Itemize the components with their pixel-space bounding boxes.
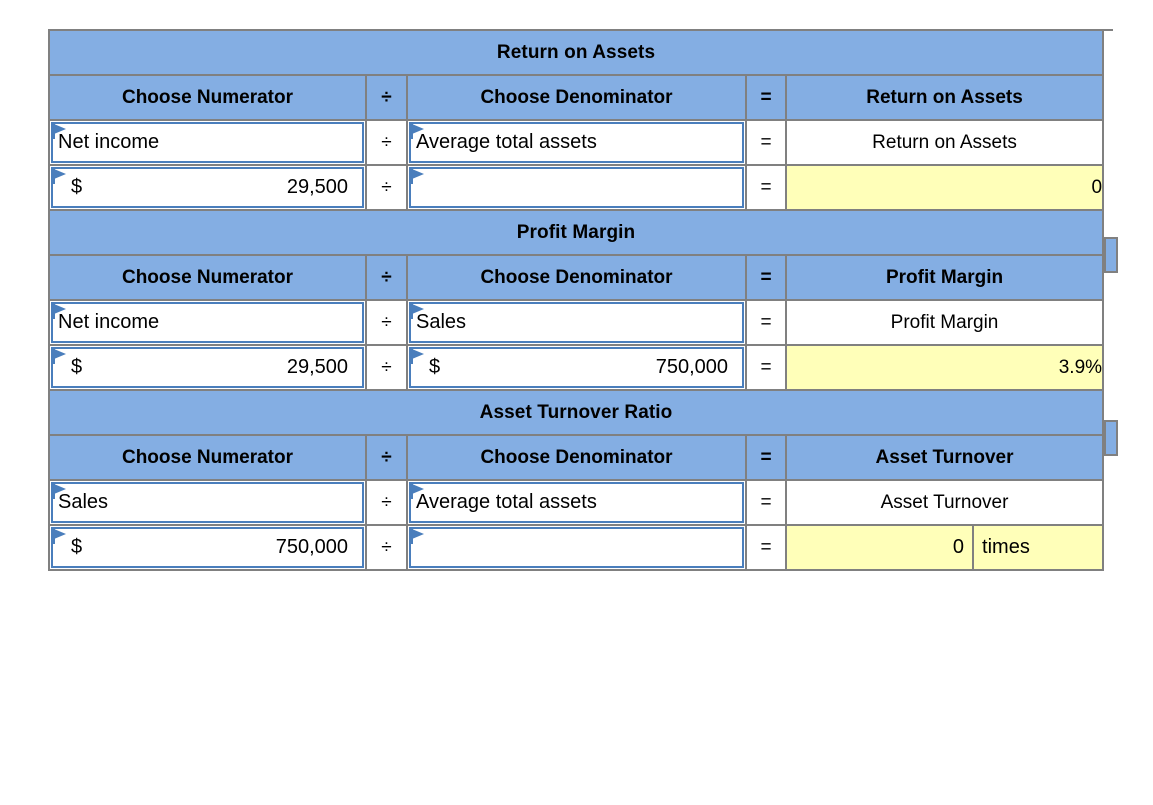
numerator-select-at[interactable]: Sales <box>48 479 367 526</box>
column-header-numerator-pm: Choose Numerator <box>48 254 367 301</box>
divide-operator-pm-labels: ÷ <box>365 299 408 346</box>
denominator-currency-pm: $ <box>429 356 441 378</box>
section-title-pm: Profit Margin <box>47 209 1105 256</box>
denominator-select-at[interactable]: Average total assets <box>406 479 747 526</box>
equals-operator-roa-labels: = <box>745 119 787 166</box>
result-value-roa: 0 <box>784 164 1105 211</box>
divide-operator-pm-values: ÷ <box>365 344 408 391</box>
divide-operator-at-values: ÷ <box>365 524 408 571</box>
numerator-amount-pm: 29,500 <box>286 356 348 378</box>
divide-operator-roa-labels: ÷ <box>365 119 408 166</box>
numerator-value-cell-roa[interactable]: $ 29,500 <box>48 164 367 211</box>
result-unit-at: times <box>982 536 1030 558</box>
numerator-select-pm[interactable]: Net income <box>48 299 367 346</box>
denominator-select-pm[interactable]: Sales <box>406 299 747 346</box>
equals-operator-at-values: = <box>745 524 787 571</box>
denominator-value-cell-roa[interactable] <box>406 164 747 211</box>
value-row-roa: $ 29,500 ÷ = 0 <box>48 164 1105 211</box>
denominator-value-cell-at[interactable] <box>406 524 747 571</box>
column-header-result-at: Asset Turnover <box>784 434 1105 481</box>
numerator-label-roa: Net income <box>58 131 160 153</box>
equals-operator-roa-values: = <box>745 164 787 211</box>
divide-operator-header-pm: ÷ <box>365 254 408 301</box>
section-row-overhang-pm <box>1104 237 1118 273</box>
numerator-currency-roa: $ <box>71 176 83 198</box>
value-row-pm: $ 29,500 ÷ $ 750,000 = 3.9% <box>48 344 1105 391</box>
label-row-at: Sales ÷ Average total assets = Asset Tur… <box>48 479 1105 526</box>
column-header-row-at: Choose Numerator ÷ Choose Denominator = … <box>48 434 1105 481</box>
section-title-at: Asset Turnover Ratio <box>47 389 1105 436</box>
result-label-pm: Profit Margin <box>784 299 1105 346</box>
section-row-overhang-at <box>1104 420 1118 456</box>
denominator-value-cell-pm[interactable]: $ 750,000 <box>406 344 747 391</box>
section-title-row-at: Asset Turnover Ratio <box>47 389 1105 436</box>
result-label-roa: Return on Assets <box>784 119 1105 166</box>
denominator-label-pm: Sales <box>416 311 467 333</box>
numerator-select-roa[interactable]: Net income <box>48 119 367 166</box>
label-row-roa: Net income ÷ Average total assets = Retu… <box>48 119 1105 166</box>
divide-operator-at-labels: ÷ <box>365 479 408 526</box>
denominator-label-at: Average total assets <box>416 491 597 513</box>
column-header-numerator-at: Choose Numerator <box>48 434 367 481</box>
numerator-value-cell-pm[interactable]: $ 29,500 <box>48 344 367 391</box>
column-header-row-roa: Choose Numerator ÷ Choose Denominator = … <box>48 74 1105 121</box>
divide-operator-header-at: ÷ <box>365 434 408 481</box>
numerator-currency-at: $ <box>71 536 83 558</box>
result-value-cell-at: 0 times <box>784 524 1105 571</box>
column-header-result-pm: Profit Margin <box>784 254 1105 301</box>
numerator-amount-at: 750,000 <box>275 536 348 558</box>
divide-operator-header-roa: ÷ <box>365 74 408 121</box>
denominator-select-roa[interactable]: Average total assets <box>406 119 747 166</box>
financial-ratios-table: Return on Assets Choose Numerator ÷ Choo… <box>47 29 1105 571</box>
denominator-label-roa: Average total assets <box>416 131 597 153</box>
section-title-row-roa: Return on Assets <box>47 29 1105 76</box>
column-header-numerator-roa: Choose Numerator <box>48 74 367 121</box>
equals-operator-pm-values: = <box>745 344 787 391</box>
divide-operator-roa-values: ÷ <box>365 164 408 211</box>
section-title-roa: Return on Assets <box>47 29 1105 76</box>
equals-operator-header-pm: = <box>745 254 787 301</box>
result-value-at: 0 <box>787 526 975 569</box>
result-value-pm: 3.9% <box>784 344 1105 391</box>
column-header-denominator-at: Choose Denominator <box>406 434 747 481</box>
equals-operator-pm-labels: = <box>745 299 787 346</box>
numerator-label-at: Sales <box>58 491 109 513</box>
section-title-row-pm: Profit Margin <box>47 209 1105 256</box>
numerator-value-cell-at[interactable]: $ 750,000 <box>48 524 367 571</box>
equals-operator-header-roa: = <box>745 74 787 121</box>
numerator-amount-roa: 29,500 <box>286 176 348 198</box>
numerator-currency-pm: $ <box>71 356 83 378</box>
column-header-denominator-roa: Choose Denominator <box>406 74 747 121</box>
equals-operator-at-labels: = <box>745 479 787 526</box>
denominator-amount-pm: 750,000 <box>655 356 728 378</box>
equals-operator-header-at: = <box>745 434 787 481</box>
value-row-at: $ 750,000 ÷ = 0 times <box>48 524 1105 571</box>
result-label-at: Asset Turnover <box>784 479 1105 526</box>
label-row-pm: Net income ÷ Sales = Profit Margin <box>48 299 1105 346</box>
column-header-denominator-pm: Choose Denominator <box>406 254 747 301</box>
column-header-row-pm: Choose Numerator ÷ Choose Denominator = … <box>48 254 1105 301</box>
column-header-result-roa: Return on Assets <box>784 74 1105 121</box>
numerator-label-pm: Net income <box>58 311 160 333</box>
